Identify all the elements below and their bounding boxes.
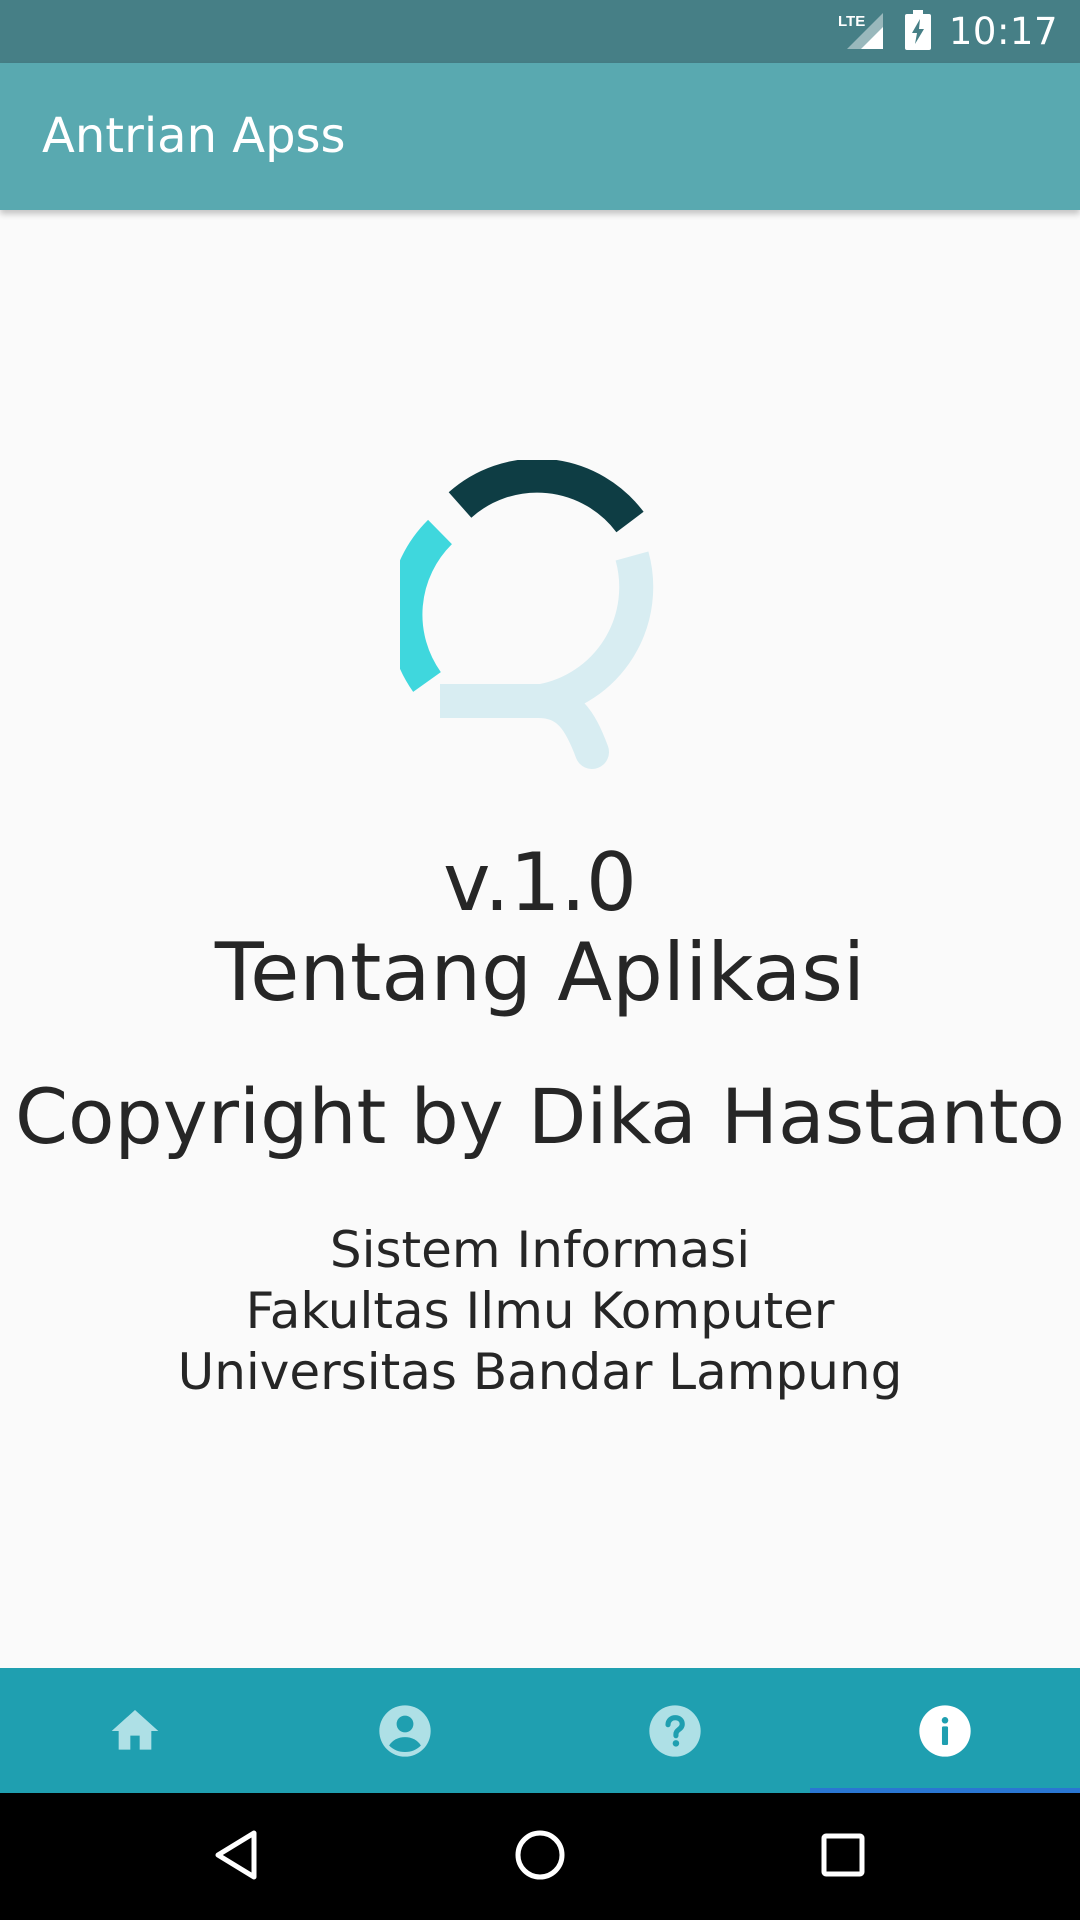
- recents-icon: [820, 1832, 866, 1882]
- lte-signal-icon: LTE: [837, 9, 885, 55]
- home-button[interactable]: [460, 1793, 620, 1920]
- about-title: Tentang Aplikasi: [214, 926, 866, 1019]
- info-line-faculty: Fakultas Ilmu Komputer: [245, 1282, 835, 1340]
- help-icon: [647, 1703, 703, 1759]
- info-line-program: Sistem Informasi: [329, 1221, 751, 1279]
- battery-charging-icon: [904, 9, 931, 54]
- bottom-tab-bar: [0, 1668, 1080, 1793]
- info-line-university: Universitas Bandar Lampung: [177, 1343, 903, 1401]
- copyright-text: Copyright by Dika Hastanto: [14, 1072, 1066, 1161]
- screen: LTE 10:17 Antrian Apss v.1.0 Tentang Apl…: [0, 0, 1080, 1920]
- status-time: 10:17: [948, 10, 1058, 53]
- app-title: Antrian Apss: [42, 108, 346, 164]
- recents-button[interactable]: [763, 1793, 923, 1920]
- tab-help[interactable]: [540, 1668, 810, 1793]
- tab-info[interactable]: [810, 1668, 1080, 1793]
- home-icon: [107, 1703, 163, 1759]
- tab-home[interactable]: [0, 1668, 270, 1793]
- account-icon: [377, 1703, 433, 1759]
- app-bar: Antrian Apss: [0, 63, 1080, 210]
- back-button[interactable]: [156, 1793, 316, 1920]
- status-icons: LTE 10:17: [837, 0, 1058, 63]
- lte-label: LTE: [838, 13, 865, 30]
- home-circle-icon: [514, 1829, 566, 1885]
- back-icon: [212, 1829, 260, 1885]
- tab-account[interactable]: [270, 1668, 540, 1793]
- version-label: v.1.0: [443, 836, 637, 929]
- app-logo: [400, 460, 654, 769]
- system-nav-bar: [0, 1793, 1080, 1920]
- info-icon: [917, 1703, 973, 1759]
- status-bar: LTE 10:17: [0, 0, 1080, 63]
- about-content: v.1.0 Tentang Aplikasi Copyright by Dika…: [0, 210, 1080, 1668]
